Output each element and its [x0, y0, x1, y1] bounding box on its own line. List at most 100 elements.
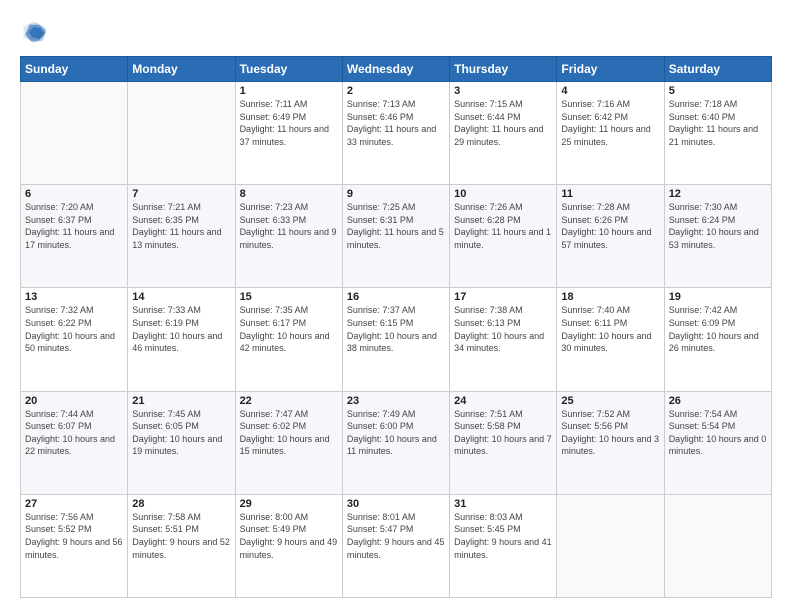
calendar-cell: 3Sunrise: 7:15 AMSunset: 6:44 PMDaylight… — [450, 82, 557, 185]
day-number: 22 — [240, 395, 338, 407]
calendar-cell: 10Sunrise: 7:26 AMSunset: 6:28 PMDayligh… — [450, 185, 557, 288]
calendar-cell — [21, 82, 128, 185]
day-info: Sunrise: 7:25 AMSunset: 6:31 PMDaylight:… — [347, 201, 445, 251]
day-number: 27 — [25, 498, 123, 510]
day-info: Sunrise: 7:38 AMSunset: 6:13 PMDaylight:… — [454, 304, 552, 354]
calendar-cell: 22Sunrise: 7:47 AMSunset: 6:02 PMDayligh… — [235, 391, 342, 494]
day-info: Sunrise: 7:45 AMSunset: 6:05 PMDaylight:… — [132, 408, 230, 458]
calendar-cell: 6Sunrise: 7:20 AMSunset: 6:37 PMDaylight… — [21, 185, 128, 288]
day-info: Sunrise: 7:40 AMSunset: 6:11 PMDaylight:… — [561, 304, 659, 354]
day-number: 7 — [132, 188, 230, 200]
day-info: Sunrise: 7:44 AMSunset: 6:07 PMDaylight:… — [25, 408, 123, 458]
calendar-cell: 26Sunrise: 7:54 AMSunset: 5:54 PMDayligh… — [664, 391, 771, 494]
day-info: Sunrise: 8:00 AMSunset: 5:49 PMDaylight:… — [240, 511, 338, 561]
calendar-cell: 21Sunrise: 7:45 AMSunset: 6:05 PMDayligh… — [128, 391, 235, 494]
calendar-cell: 16Sunrise: 7:37 AMSunset: 6:15 PMDayligh… — [342, 288, 449, 391]
day-number: 13 — [25, 291, 123, 303]
calendar-cell: 14Sunrise: 7:33 AMSunset: 6:19 PMDayligh… — [128, 288, 235, 391]
calendar-cell: 25Sunrise: 7:52 AMSunset: 5:56 PMDayligh… — [557, 391, 664, 494]
day-number: 21 — [132, 395, 230, 407]
day-info: Sunrise: 7:23 AMSunset: 6:33 PMDaylight:… — [240, 201, 338, 251]
day-info: Sunrise: 7:51 AMSunset: 5:58 PMDaylight:… — [454, 408, 552, 458]
day-number: 15 — [240, 291, 338, 303]
day-info: Sunrise: 7:16 AMSunset: 6:42 PMDaylight:… — [561, 98, 659, 148]
day-number: 8 — [240, 188, 338, 200]
calendar-cell: 15Sunrise: 7:35 AMSunset: 6:17 PMDayligh… — [235, 288, 342, 391]
calendar-cell: 28Sunrise: 7:58 AMSunset: 5:51 PMDayligh… — [128, 494, 235, 597]
calendar-cell: 9Sunrise: 7:25 AMSunset: 6:31 PMDaylight… — [342, 185, 449, 288]
day-info: Sunrise: 7:20 AMSunset: 6:37 PMDaylight:… — [25, 201, 123, 251]
day-info: Sunrise: 7:37 AMSunset: 6:15 PMDaylight:… — [347, 304, 445, 354]
calendar-dow-thursday: Thursday — [450, 57, 557, 82]
calendar-cell — [128, 82, 235, 185]
calendar-cell: 24Sunrise: 7:51 AMSunset: 5:58 PMDayligh… — [450, 391, 557, 494]
day-number: 26 — [669, 395, 767, 407]
day-info: Sunrise: 7:15 AMSunset: 6:44 PMDaylight:… — [454, 98, 552, 148]
day-number: 24 — [454, 395, 552, 407]
day-number: 5 — [669, 85, 767, 97]
day-info: Sunrise: 7:58 AMSunset: 5:51 PMDaylight:… — [132, 511, 230, 561]
day-number: 23 — [347, 395, 445, 407]
day-info: Sunrise: 7:28 AMSunset: 6:26 PMDaylight:… — [561, 201, 659, 251]
day-number: 18 — [561, 291, 659, 303]
day-number: 10 — [454, 188, 552, 200]
day-number: 31 — [454, 498, 552, 510]
calendar-cell: 4Sunrise: 7:16 AMSunset: 6:42 PMDaylight… — [557, 82, 664, 185]
day-number: 20 — [25, 395, 123, 407]
day-number: 28 — [132, 498, 230, 510]
logo-icon — [20, 18, 48, 46]
calendar-dow-saturday: Saturday — [664, 57, 771, 82]
day-info: Sunrise: 7:30 AMSunset: 6:24 PMDaylight:… — [669, 201, 767, 251]
day-info: Sunrise: 7:42 AMSunset: 6:09 PMDaylight:… — [669, 304, 767, 354]
calendar-cell: 23Sunrise: 7:49 AMSunset: 6:00 PMDayligh… — [342, 391, 449, 494]
day-info: Sunrise: 8:01 AMSunset: 5:47 PMDaylight:… — [347, 511, 445, 561]
calendar-cell: 17Sunrise: 7:38 AMSunset: 6:13 PMDayligh… — [450, 288, 557, 391]
calendar-cell: 31Sunrise: 8:03 AMSunset: 5:45 PMDayligh… — [450, 494, 557, 597]
calendar-table: SundayMondayTuesdayWednesdayThursdayFrid… — [20, 56, 772, 598]
day-number: 11 — [561, 188, 659, 200]
day-info: Sunrise: 7:32 AMSunset: 6:22 PMDaylight:… — [25, 304, 123, 354]
calendar-dow-wednesday: Wednesday — [342, 57, 449, 82]
day-info: Sunrise: 7:13 AMSunset: 6:46 PMDaylight:… — [347, 98, 445, 148]
calendar-cell: 5Sunrise: 7:18 AMSunset: 6:40 PMDaylight… — [664, 82, 771, 185]
calendar-cell: 1Sunrise: 7:11 AMSunset: 6:49 PMDaylight… — [235, 82, 342, 185]
day-info: Sunrise: 7:33 AMSunset: 6:19 PMDaylight:… — [132, 304, 230, 354]
day-number: 4 — [561, 85, 659, 97]
day-info: Sunrise: 7:52 AMSunset: 5:56 PMDaylight:… — [561, 408, 659, 458]
day-number: 3 — [454, 85, 552, 97]
logo — [20, 18, 52, 46]
calendar-cell — [557, 494, 664, 597]
day-info: Sunrise: 7:21 AMSunset: 6:35 PMDaylight:… — [132, 201, 230, 251]
day-info: Sunrise: 8:03 AMSunset: 5:45 PMDaylight:… — [454, 511, 552, 561]
calendar-dow-tuesday: Tuesday — [235, 57, 342, 82]
day-info: Sunrise: 7:11 AMSunset: 6:49 PMDaylight:… — [240, 98, 338, 148]
day-number: 1 — [240, 85, 338, 97]
day-number: 2 — [347, 85, 445, 97]
day-info: Sunrise: 7:54 AMSunset: 5:54 PMDaylight:… — [669, 408, 767, 458]
day-info: Sunrise: 7:18 AMSunset: 6:40 PMDaylight:… — [669, 98, 767, 148]
calendar-cell: 19Sunrise: 7:42 AMSunset: 6:09 PMDayligh… — [664, 288, 771, 391]
calendar-cell: 30Sunrise: 8:01 AMSunset: 5:47 PMDayligh… — [342, 494, 449, 597]
day-number: 12 — [669, 188, 767, 200]
calendar-cell — [664, 494, 771, 597]
calendar-dow-monday: Monday — [128, 57, 235, 82]
day-number: 25 — [561, 395, 659, 407]
calendar-dow-sunday: Sunday — [21, 57, 128, 82]
day-info: Sunrise: 7:26 AMSunset: 6:28 PMDaylight:… — [454, 201, 552, 251]
calendar-cell: 29Sunrise: 8:00 AMSunset: 5:49 PMDayligh… — [235, 494, 342, 597]
day-info: Sunrise: 7:49 AMSunset: 6:00 PMDaylight:… — [347, 408, 445, 458]
calendar-cell: 7Sunrise: 7:21 AMSunset: 6:35 PMDaylight… — [128, 185, 235, 288]
calendar-cell: 13Sunrise: 7:32 AMSunset: 6:22 PMDayligh… — [21, 288, 128, 391]
day-info: Sunrise: 7:47 AMSunset: 6:02 PMDaylight:… — [240, 408, 338, 458]
day-number: 6 — [25, 188, 123, 200]
calendar-cell: 8Sunrise: 7:23 AMSunset: 6:33 PMDaylight… — [235, 185, 342, 288]
calendar-cell: 20Sunrise: 7:44 AMSunset: 6:07 PMDayligh… — [21, 391, 128, 494]
day-info: Sunrise: 7:56 AMSunset: 5:52 PMDaylight:… — [25, 511, 123, 561]
day-number: 30 — [347, 498, 445, 510]
calendar-cell: 12Sunrise: 7:30 AMSunset: 6:24 PMDayligh… — [664, 185, 771, 288]
page-header — [20, 18, 772, 46]
day-number: 29 — [240, 498, 338, 510]
calendar-dow-friday: Friday — [557, 57, 664, 82]
calendar-cell: 18Sunrise: 7:40 AMSunset: 6:11 PMDayligh… — [557, 288, 664, 391]
day-number: 19 — [669, 291, 767, 303]
